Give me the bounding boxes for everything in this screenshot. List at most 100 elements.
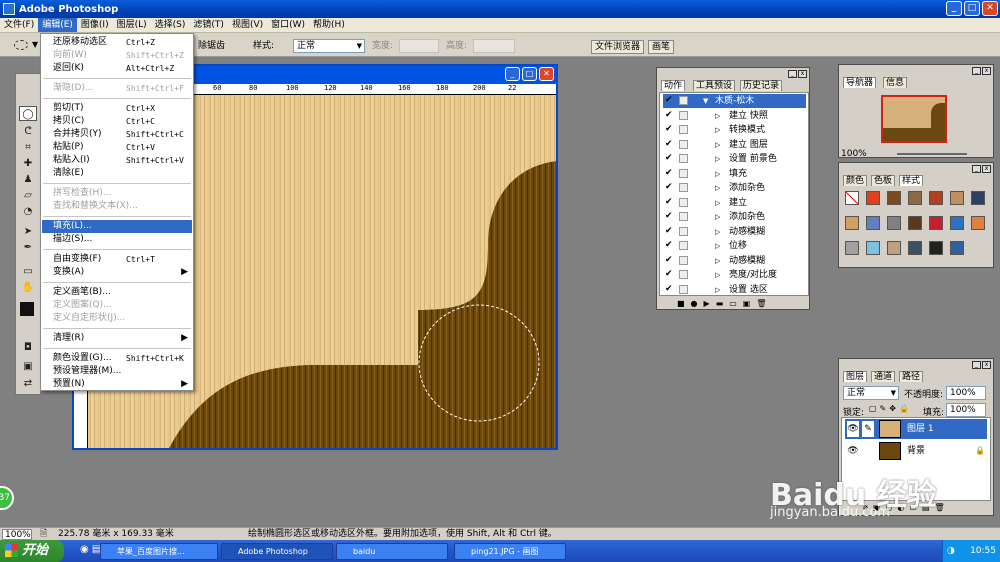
edit-menu-item[interactable]: 颜色设置(G)... Shift+Ctrl+K [42,352,192,365]
edit-menu-item[interactable]: 填充(L)... [42,220,192,233]
pen-tool-icon[interactable]: ✒ [19,240,37,255]
ellipse-marquee-icon[interactable] [14,39,28,50]
edit-menu-item[interactable]: 粘贴(P) Ctrl+V [42,141,192,154]
style-swatch[interactable] [929,241,943,255]
marquee-tool-icon[interactable]: ◯ [19,106,37,121]
action-item[interactable]: ✔ ▷ 填充 [663,167,806,181]
edit-menu-item[interactable]: 返回(K) Alt+Ctrl+Z [42,62,192,75]
dialog-toggle[interactable] [679,241,688,250]
style-swatch[interactable] [887,191,901,205]
action-item[interactable]: ✔ ▷ 设置 前景色 [663,152,806,166]
lock-icons[interactable]: ▢✎✥🔒 [869,404,912,413]
check-icon[interactable]: ✔ [665,241,674,250]
style-swatch[interactable] [950,241,964,255]
blend-mode-select[interactable]: 正常 ▼ [843,386,899,400]
expand-icon[interactable]: ▷ [715,254,720,268]
edit-menu-item[interactable]: 定义画笔(B)... [42,286,192,299]
menu-layer[interactable]: 图层(L) [113,18,151,32]
style-swatch[interactable] [908,216,922,230]
tab-tool-presets[interactable]: 工具预设 [693,80,736,91]
tab-navigator[interactable]: 导航器 [843,77,877,88]
menu-window[interactable]: 窗口(W) [267,18,309,32]
stamp-tool-icon[interactable]: ♟ [19,172,37,187]
check-icon[interactable]: ✔ [665,226,674,236]
dialog-toggle[interactable] [679,139,688,149]
check-icon[interactable]: ✔ [665,139,674,149]
style-swatch[interactable] [866,216,880,230]
styles-minimize-icon[interactable]: _ [972,165,981,173]
navigator-close-icon[interactable]: x [982,67,991,75]
style-select[interactable]: 正常 ▼ [293,39,365,53]
quick-mask-icon[interactable]: ◘ [19,340,37,355]
menu-file[interactable]: 文件(F) [0,18,38,32]
action-item[interactable]: ✔ ▷ 动感模糊 [663,225,806,239]
tab-info[interactable]: 信息 [883,77,908,88]
style-swatch[interactable] [950,216,964,230]
expand-icon[interactable]: ▷ [715,225,720,239]
action-item[interactable]: ✔ ▷ 设置 选区 [663,283,806,297]
check-icon[interactable]: ✔ [665,284,674,294]
task-baidu-images[interactable]: 苹果_百度图片搜... [100,543,218,560]
eye-icon[interactable]: 👁 [847,421,859,437]
style-swatch[interactable] [929,191,943,205]
edit-menu-item[interactable]: 还原移动选区 Ctrl+Z [42,36,192,49]
lasso-tool-icon[interactable]: ᕦ [19,124,37,139]
doc-minimize-button[interactable]: _ [505,67,520,81]
layers-minimize-icon[interactable]: _ [972,361,981,369]
edit-menu-item[interactable]: 合并拷贝(Y) Shift+Ctrl+C [42,128,192,141]
expand-icon[interactable]: ▷ [715,167,720,181]
expand-icon[interactable]: ▷ [715,196,720,210]
style-swatch[interactable] [845,191,859,205]
layer-row-1[interactable]: 👁 ✎ 图层 1 [845,419,987,439]
start-button[interactable]: 开始 [0,540,64,562]
action-item[interactable]: ✔ ▷ 转换模式 [663,123,806,137]
style-swatch[interactable] [866,191,880,205]
actions-minimize-icon[interactable]: _ [788,70,797,78]
menu-help[interactable]: 帮助(H) [309,18,349,32]
minimize-button[interactable]: _ [946,1,962,16]
doc-maximize-button[interactable]: □ [522,67,537,81]
width-field[interactable] [399,39,439,53]
expand-icon[interactable]: ▷ [715,181,720,195]
edit-menu-item[interactable]: 预置(N) ▶ [42,378,192,391]
tab-swatches[interactable]: 色板 [871,175,896,186]
expand-icon[interactable]: ▷ [715,210,720,224]
menu-select[interactable]: 选择(S) [151,18,190,32]
navigator-zoom[interactable]: 100% [841,149,867,159]
eraser-tool-icon[interactable]: ▱ [19,188,37,203]
tab-actions[interactable]: 动作 [661,80,686,91]
style-swatch[interactable] [887,216,901,230]
screen-mode-icon[interactable]: ▣ [19,359,37,374]
navigator-thumbnail[interactable] [881,95,947,143]
expand-icon[interactable]: ▷ [715,138,720,152]
check-icon[interactable]: ✔ [665,154,674,163]
style-swatch[interactable] [908,241,922,255]
action-item[interactable]: ✔ ▷ 建立 图层 [663,138,806,152]
check-icon[interactable]: ✔ [665,183,674,192]
expand-icon[interactable]: ▼ [703,94,708,108]
doc-close-button[interactable]: ✕ [539,67,554,81]
layer-row-background[interactable]: 👁 背景 🔒 [845,441,987,461]
dialog-toggle[interactable] [679,212,688,221]
layers-close-icon[interactable]: x [982,361,991,369]
brushes-tab[interactable]: 画笔 [648,40,675,54]
crop-tool-icon[interactable]: ⌗ [19,140,37,155]
edit-menu-item[interactable]: 预设管理器(M)... [42,365,192,378]
action-item[interactable]: ✔ ▷ 建立 [663,196,806,210]
dialog-toggle[interactable] [679,96,688,105]
task-photoshop[interactable]: Adobe Photoshop [221,543,333,560]
dialog-toggle[interactable] [679,125,688,134]
foreground-color[interactable] [20,302,34,316]
style-swatch[interactable] [971,216,985,230]
tab-color[interactable]: 颜色 [843,175,868,186]
edit-menu-item[interactable]: 剪切(T) Ctrl+X [42,102,192,115]
check-icon[interactable]: ✔ [665,168,674,178]
dialog-toggle[interactable] [679,168,688,178]
actions-toolbar[interactable]: ■●▶▬▭▣🗑 [677,299,773,308]
edit-menu-item[interactable]: 描边(S)... [42,233,192,246]
hand-tool-icon[interactable]: ✋ [19,280,37,295]
action-item[interactable]: ✔ ▷ 位移 [663,239,806,253]
check-icon[interactable]: ✔ [665,270,674,279]
check-icon[interactable]: ✔ [665,125,674,134]
style-swatch[interactable] [866,241,880,255]
